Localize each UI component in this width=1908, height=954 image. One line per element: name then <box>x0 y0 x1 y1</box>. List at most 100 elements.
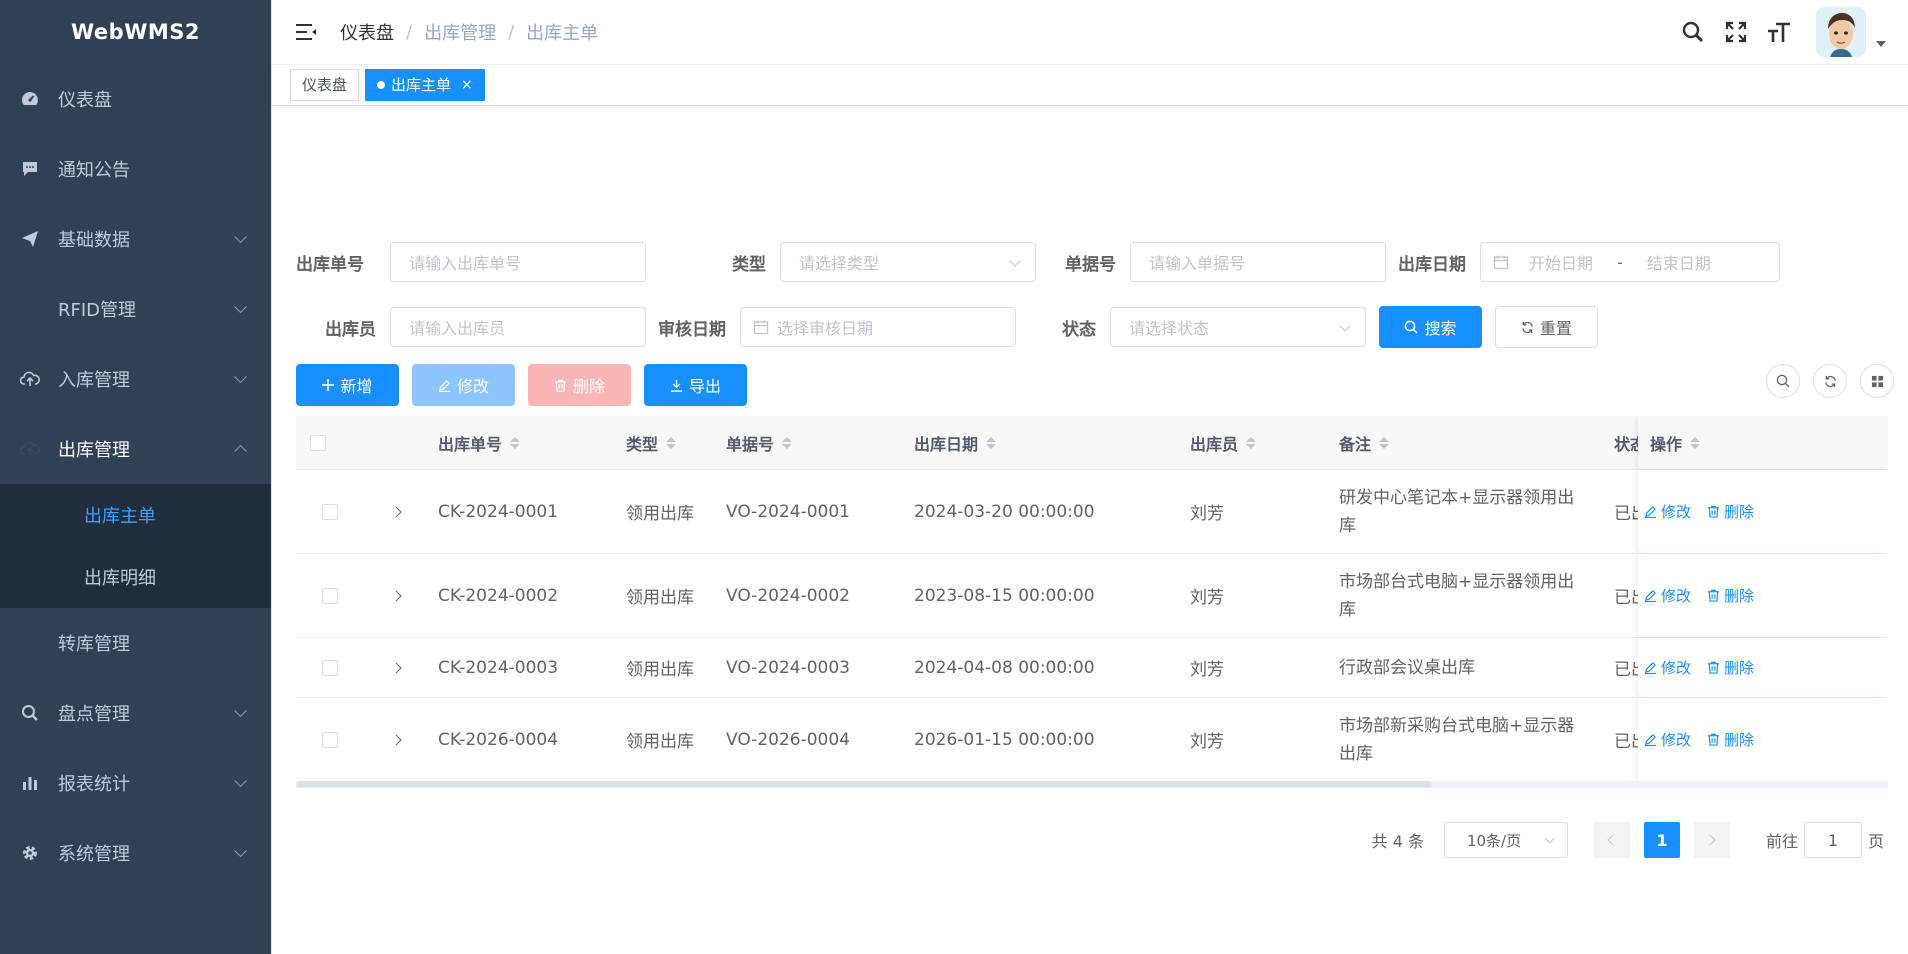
page-size-select[interactable]: 10条/页 <box>1443 822 1568 858</box>
audit-date-label: 审核日期 <box>658 319 726 340</box>
expand-row-toggle[interactable] <box>390 698 402 781</box>
doc-no-input[interactable]: 请输入单据号 <box>1130 242 1386 282</box>
row-checkbox[interactable] <box>322 554 338 637</box>
status-select[interactable]: 请选择状态 <box>1110 307 1366 347</box>
date-start-placeholder[interactable]: 开始日期 <box>1529 250 1593 274</box>
delete-button[interactable]: 删除 <box>528 364 631 406</box>
sidebar-item-outbound[interactable]: 出库管理 <box>0 414 271 484</box>
checkbox[interactable] <box>322 587 338 604</box>
sidebar-item-reports[interactable]: 报表统计 <box>0 748 271 818</box>
fullscreen-icon[interactable] <box>1716 12 1756 52</box>
row-edit-link[interactable]: 修改 <box>1644 657 1691 678</box>
expand-row-toggle[interactable] <box>390 638 402 697</box>
row-delete-link[interactable]: 删除 <box>1707 729 1754 750</box>
caret-down-icon[interactable] <box>1876 41 1886 47</box>
row-checkbox[interactable] <box>322 638 338 697</box>
table-row[interactable]: CK-2024-0003 领用出库 VO-2024-0003 2024-04-08 0… <box>296 638 1888 698</box>
sort-icon[interactable] <box>510 436 521 449</box>
sidebar-item-dashboard[interactable]: 仪表盘 <box>0 64 271 134</box>
sort-icon[interactable] <box>666 436 677 449</box>
outbound-table: 出库单号 类型 单据号 出库日期 出库员 备注 状态 操作 CK-2024-00… <box>296 416 1888 788</box>
col-header-doc-no[interactable]: 单据号 <box>726 416 793 469</box>
sort-icon[interactable] <box>1246 436 1257 449</box>
chevron-down-icon <box>1339 320 1351 332</box>
hamburger-icon[interactable] <box>292 18 320 46</box>
checkbox[interactable] <box>310 434 326 451</box>
columns-button[interactable] <box>1860 364 1894 398</box>
tag-outbound-main[interactable]: 出库主单 × <box>365 69 485 101</box>
edit-button[interactable]: 修改 <box>412 364 515 406</box>
export-button[interactable]: 导出 <box>644 364 747 406</box>
next-page-button[interactable] <box>1693 822 1730 858</box>
avatar[interactable] <box>1816 7 1866 57</box>
audit-date-picker[interactable]: 选择审核日期 <box>740 307 1016 347</box>
add-button[interactable]: 新增 <box>296 364 399 406</box>
app-logo-title[interactable]: WebWMS2 <box>0 0 271 64</box>
date-label: 出库日期 <box>1398 254 1466 275</box>
reset-button[interactable]: 重置 <box>1495 306 1598 348</box>
refresh-button[interactable] <box>1813 364 1847 398</box>
sidebar-item-notice[interactable]: 通知公告 <box>0 134 271 204</box>
col-header-type[interactable]: 类型 <box>626 416 677 469</box>
outbound-no-input[interactable]: 请输入出库单号 <box>390 242 646 282</box>
expand-row-toggle[interactable] <box>390 470 402 553</box>
row-checkbox[interactable] <box>322 698 338 781</box>
search-icon <box>1405 320 1419 334</box>
table-row[interactable]: CK-2026-0004 领用出库 VO-2026-0004 2026-01-15 0… <box>296 698 1888 782</box>
checkbox[interactable] <box>322 659 338 676</box>
operator-input[interactable]: 请输入出库员 <box>390 307 646 347</box>
cell-date: 2026-01-15 00:00:00 <box>914 729 1095 750</box>
expand-row-toggle[interactable] <box>390 554 402 637</box>
checkbox[interactable] <box>322 731 338 748</box>
chevron-down-icon <box>234 300 247 314</box>
type-select[interactable]: 请选择类型 <box>780 242 1036 282</box>
font-size-icon[interactable] <box>1759 12 1799 52</box>
col-header-operator[interactable]: 出库员 <box>1190 416 1257 469</box>
trash-icon <box>1707 661 1720 674</box>
col-header-date[interactable]: 出库日期 <box>914 416 997 469</box>
sidebar-item-basic-data[interactable]: 基础数据 <box>0 204 271 274</box>
col-header-action[interactable]: 操作 <box>1650 416 1701 469</box>
row-edit-link[interactable]: 修改 <box>1644 585 1691 606</box>
calendar-icon <box>753 319 769 335</box>
table-row[interactable]: CK-2024-0001 领用出库 VO-2024-0001 2024-03-20 0… <box>296 470 1888 554</box>
sidebar-item-rfid[interactable]: RFID管理 <box>0 274 271 344</box>
tag-dashboard[interactable]: 仪表盘 <box>290 69 360 101</box>
row-delete-link[interactable]: 删除 <box>1707 657 1754 678</box>
col-header-remark[interactable]: 备注 <box>1339 416 1390 469</box>
col-header-outbound-no[interactable]: 出库单号 <box>438 416 521 469</box>
toggle-search-button[interactable] <box>1766 364 1800 398</box>
row-edit-link[interactable]: 修改 <box>1644 729 1691 750</box>
sort-icon[interactable] <box>1379 436 1390 449</box>
page-number-current[interactable]: 1 <box>1643 822 1680 858</box>
sidebar-item-inbound[interactable]: 入库管理 <box>0 344 271 414</box>
row-delete-link[interactable]: 删除 <box>1707 501 1754 522</box>
row-delete-link[interactable]: 删除 <box>1707 585 1754 606</box>
date-end-placeholder[interactable]: 结束日期 <box>1647 250 1711 274</box>
sidebar-item-system[interactable]: 系统管理 <box>0 818 271 888</box>
date-range-picker[interactable]: 开始日期 - 结束日期 <box>1480 242 1780 282</box>
sort-icon[interactable] <box>1690 436 1701 449</box>
goto-page-input[interactable]: 1 <box>1803 822 1862 858</box>
search-icon <box>20 703 40 723</box>
sidebar-subitem-outbound-detail[interactable]: 出库明细 <box>0 546 271 608</box>
sidebar-item-label: 通知公告 <box>58 160 130 181</box>
sort-icon[interactable] <box>986 436 997 449</box>
table-row[interactable]: CK-2024-0002 领用出库 VO-2024-0002 2023-08-15 0… <box>296 554 1888 638</box>
sidebar-item-transfer[interactable]: 转库管理 <box>0 608 271 678</box>
search-icon[interactable] <box>1673 12 1713 52</box>
row-checkbox[interactable] <box>322 470 338 553</box>
horizontal-scrollbar[interactable] <box>296 781 1888 787</box>
search-button[interactable]: 搜索 <box>1379 306 1482 348</box>
sort-icon[interactable] <box>782 436 793 449</box>
col-header-label: 出库员 <box>1190 434 1239 454</box>
row-edit-link[interactable]: 修改 <box>1644 501 1691 522</box>
breadcrumb-item[interactable]: 仪表盘 <box>340 19 394 45</box>
prev-page-button[interactable] <box>1593 822 1630 858</box>
scrollbar-thumb[interactable] <box>296 781 1432 787</box>
close-icon[interactable]: × <box>461 70 473 100</box>
select-all-checkbox[interactable] <box>310 416 326 469</box>
checkbox[interactable] <box>322 503 338 520</box>
sidebar-item-inventory[interactable]: 盘点管理 <box>0 678 271 748</box>
sidebar-subitem-outbound-main[interactable]: 出库主单 <box>0 484 271 546</box>
